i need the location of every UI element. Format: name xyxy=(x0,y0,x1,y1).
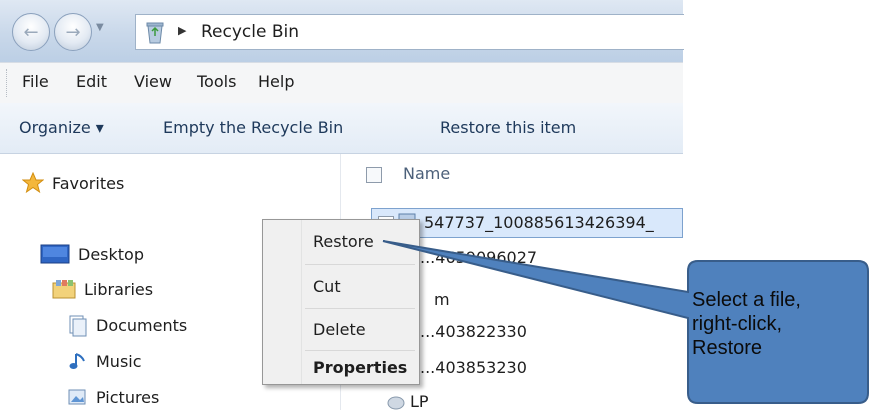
callout-line-3: Restore xyxy=(692,337,763,359)
callout-text: Select a file, right-click, Restore xyxy=(692,288,872,360)
callout-line-1: Select a file, xyxy=(692,289,801,311)
callout-line-2: right-click, xyxy=(692,313,783,335)
